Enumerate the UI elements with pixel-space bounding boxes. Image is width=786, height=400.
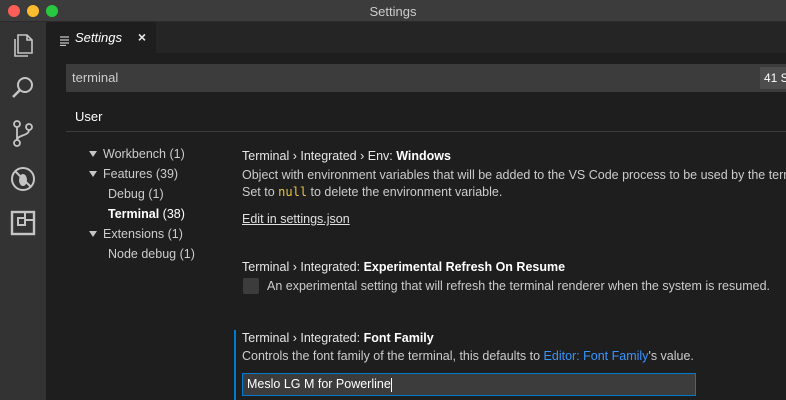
text-caret <box>390 377 392 392</box>
divider <box>66 131 786 132</box>
window-title: Settings <box>369 4 417 19</box>
settings-search-bar[interactable]: terminal 41 S <box>66 64 786 92</box>
search-icon[interactable] <box>8 73 38 103</box>
close-icon[interactable]: × <box>138 29 146 45</box>
setting-description: Controls the font family of the terminal… <box>242 349 694 363</box>
setting-title-font-family: Terminal › Integrated: Font Family <box>242 331 434 345</box>
tab-user-label: User <box>75 109 103 124</box>
setting-title-refresh-on-resume: Terminal › Integrated: Experimental Refr… <box>242 260 566 274</box>
toc-item-node-debug[interactable]: Node debug (1) <box>108 247 195 261</box>
tab-settings[interactable]: Settings × <box>46 22 156 53</box>
chevron-down-icon <box>89 171 97 177</box>
search-input[interactable]: terminal <box>72 70 118 85</box>
edit-in-settings-json-link[interactable]: Edit in settings.json <box>242 212 350 226</box>
focused-setting-indicator <box>234 330 236 400</box>
setting-description: An experimental setting that will refres… <box>267 279 771 293</box>
search-result-count: 41 S <box>760 67 786 89</box>
tab-label: Settings <box>75 30 122 45</box>
toc-item-workbench[interactable]: Workbench (1) <box>89 147 185 161</box>
toc-item-extensions[interactable]: Extensions (1) <box>89 227 183 241</box>
explorer-icon[interactable] <box>8 30 38 60</box>
setting-description: Object with environment variables that w… <box>242 168 786 182</box>
chevron-down-icon <box>89 151 97 157</box>
editor-font-family-link[interactable]: Editor: Font Family <box>544 349 649 363</box>
font-family-input[interactable]: Meslo LG M for Powerline <box>242 373 696 396</box>
tab-user[interactable]: User <box>67 108 109 132</box>
setting-title-env-windows: Terminal › Integrated › Env: Windows <box>242 149 451 163</box>
toc-item-features[interactable]: Features (39) <box>89 167 178 181</box>
extensions-icon[interactable] <box>8 208 38 238</box>
setting-description: Set to null to delete the environment va… <box>242 185 503 199</box>
title-bar: Settings <box>0 0 786 22</box>
editor-tab-strip: Settings × <box>46 22 786 53</box>
debug-icon[interactable] <box>8 164 38 194</box>
toc-item-terminal[interactable]: Terminal (38) <box>108 207 185 221</box>
chevron-down-icon <box>89 231 97 237</box>
inline-code: null <box>278 185 308 199</box>
refresh-on-resume-checkbox[interactable] <box>243 278 259 294</box>
source-control-icon[interactable] <box>8 118 38 148</box>
font-family-value: Meslo LG M for Powerline <box>247 377 391 391</box>
activity-bar <box>0 22 46 400</box>
settings-list-icon <box>60 33 69 46</box>
toc-item-debug[interactable]: Debug (1) <box>108 187 164 201</box>
